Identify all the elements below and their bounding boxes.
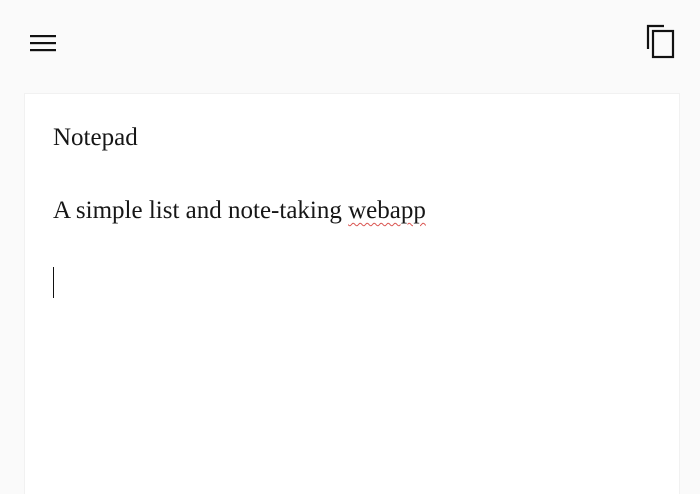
hamburger-menu-icon bbox=[30, 35, 56, 52]
note-line-subtitle-text: A simple list and note-taking bbox=[53, 197, 342, 224]
top-bar bbox=[0, 0, 700, 92]
menu-button[interactable] bbox=[28, 30, 58, 56]
note-line-title: Notepad bbox=[53, 124, 138, 151]
copy-icon bbox=[646, 24, 675, 59]
note-editor[interactable]: Notepad A simple list and note-taking we… bbox=[24, 93, 680, 494]
copy-button[interactable] bbox=[644, 24, 676, 60]
text-cursor bbox=[53, 267, 54, 298]
spellcheck-misspelled-word[interactable]: webapp bbox=[348, 197, 426, 224]
note-line-subtitle: A simple list and note-taking webapp bbox=[53, 195, 426, 227]
